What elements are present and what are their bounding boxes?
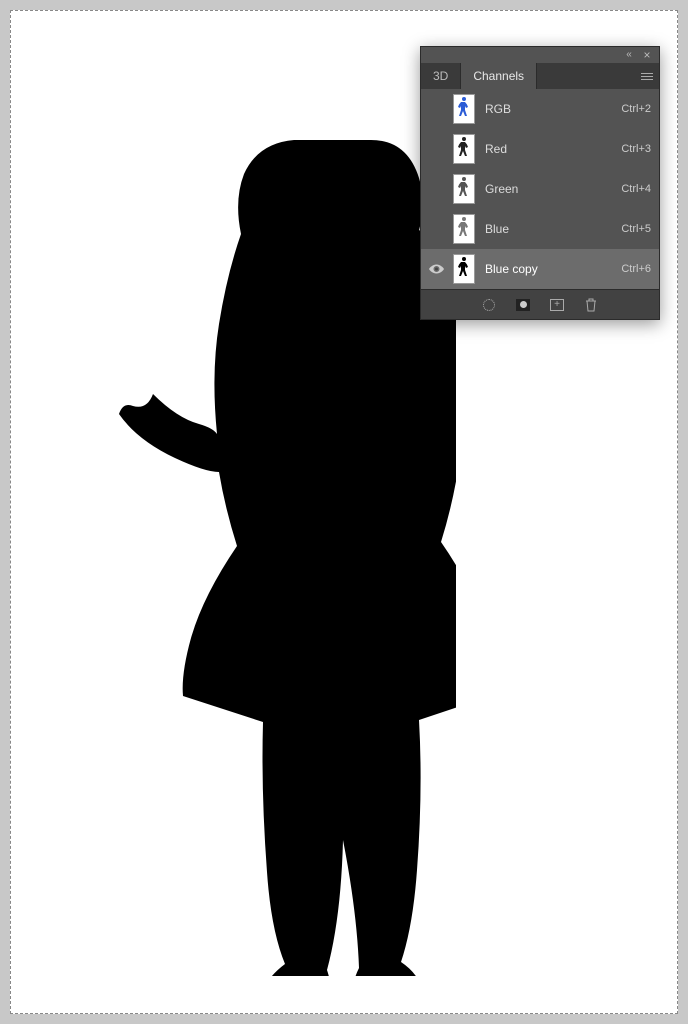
channel-row[interactable]: Blue Ctrl+5 bbox=[421, 209, 659, 249]
channel-label: Red bbox=[481, 142, 615, 156]
channels-panel: « × 3D Channels RGB Ctrl+2 Red Ctrl+3 Green C… bbox=[420, 46, 660, 320]
channel-row[interactable]: Blue copy Ctrl+6 bbox=[421, 249, 659, 289]
channel-row[interactable]: Green Ctrl+4 bbox=[421, 169, 659, 209]
save-selection-mask-icon[interactable] bbox=[515, 297, 531, 313]
channel-shortcut: Ctrl+4 bbox=[621, 183, 651, 195]
channel-list: RGBCtrl+2RedCtrl+3GreenCtrl+4BlueCtrl+5B… bbox=[421, 89, 659, 289]
channel-shortcut: Ctrl+5 bbox=[621, 223, 651, 235]
panel-footer: + bbox=[421, 289, 659, 319]
hamburger-icon bbox=[641, 71, 653, 82]
panel-titlebar: « × bbox=[421, 47, 659, 63]
channel-label: RGB bbox=[481, 102, 615, 116]
delete-channel-icon[interactable] bbox=[583, 297, 599, 313]
channel-shortcut: Ctrl+3 bbox=[621, 143, 651, 155]
tab-label: 3D bbox=[433, 69, 448, 83]
channel-shortcut: Ctrl+2 bbox=[621, 103, 651, 115]
close-icon[interactable]: × bbox=[641, 49, 653, 61]
document-canvas[interactable]: « × 3D Channels RGB Ctrl+2 Red Ctrl+3 Green C… bbox=[10, 10, 678, 1014]
new-channel-icon[interactable]: + bbox=[549, 297, 565, 313]
channel-row[interactable]: Red Ctrl+3 bbox=[421, 129, 659, 169]
collapse-icon[interactable]: « bbox=[623, 50, 635, 60]
tab-3d[interactable]: 3D bbox=[421, 63, 461, 89]
tab-channels[interactable]: Channels bbox=[461, 63, 537, 89]
channel-thumbnail bbox=[453, 214, 475, 244]
load-selection-icon[interactable] bbox=[481, 297, 497, 313]
channel-row[interactable]: RGB Ctrl+2 bbox=[421, 89, 659, 129]
channel-thumbnail bbox=[453, 134, 475, 164]
visibility-toggle[interactable] bbox=[425, 264, 447, 274]
panel-menu-button[interactable] bbox=[635, 63, 659, 89]
channel-thumbnail bbox=[453, 94, 475, 124]
channel-shortcut: Ctrl+6 bbox=[621, 263, 651, 275]
silhouette-image bbox=[116, 136, 456, 976]
channel-label: Blue copy bbox=[481, 262, 615, 276]
panel-tabs: 3D Channels bbox=[421, 63, 659, 89]
channel-thumbnail bbox=[453, 254, 475, 284]
channel-label: Green bbox=[481, 182, 615, 196]
channel-thumbnail bbox=[453, 174, 475, 204]
tab-label: Channels bbox=[473, 69, 524, 83]
channel-label: Blue bbox=[481, 222, 615, 236]
